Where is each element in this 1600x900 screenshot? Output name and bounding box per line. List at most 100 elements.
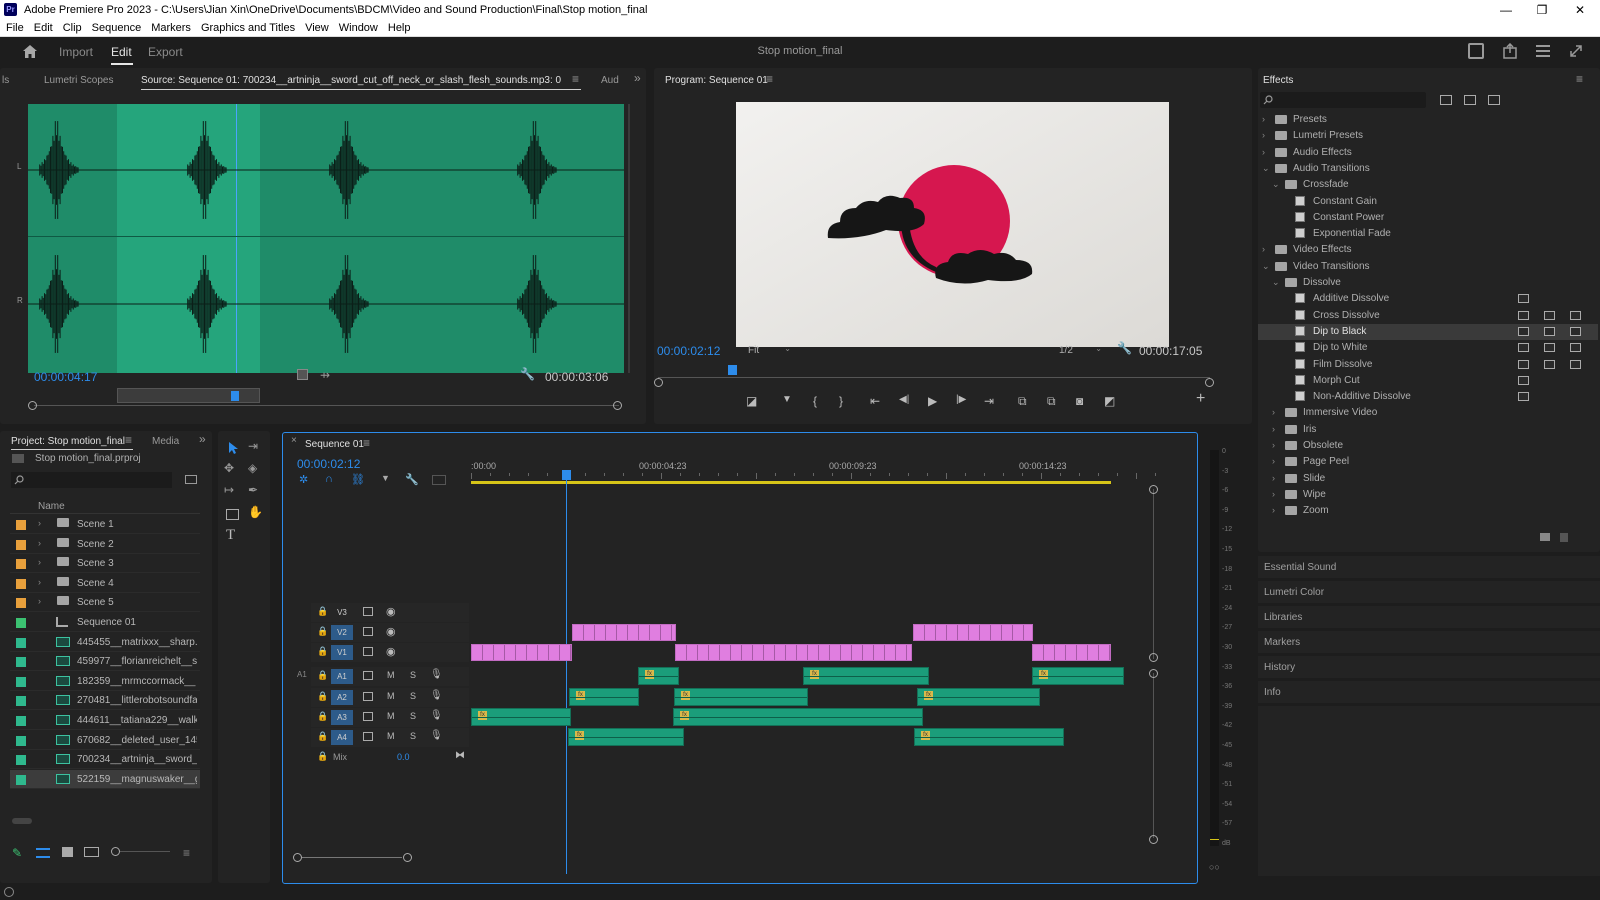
panel-essential-sound[interactable]: Essential Sound (1258, 556, 1600, 578)
project-item[interactable]: 522159__magnuswaker__g (10, 769, 200, 789)
effects-item-page-peel[interactable]: › Page Peel (1258, 454, 1598, 470)
track-header-v1[interactable]: 🔒 V1 ◉ (311, 643, 469, 662)
scroll-handle-right[interactable] (1205, 378, 1214, 387)
project-item[interactable]: 444611__tatiana229__walk (10, 711, 200, 730)
menu-markers[interactable]: Markers (145, 20, 195, 34)
menu-clip[interactable]: Clip (57, 20, 86, 34)
pen-tool-icon[interactable]: ✒ (248, 483, 258, 497)
track-target-a2[interactable]: A2 (331, 690, 353, 705)
tab-export[interactable]: Export (148, 45, 183, 59)
menu-view[interactable]: View (299, 20, 333, 34)
mark-in-icon[interactable]: { (813, 394, 817, 408)
chevron-down-icon[interactable]: ⌄ (1262, 163, 1272, 174)
menu-file[interactable]: File (0, 20, 28, 34)
scroll-handle-bottom[interactable] (1149, 653, 1158, 662)
chevron-right-icon[interactable]: › (1272, 440, 1282, 450)
track-target-a1[interactable]: A1 (331, 669, 353, 684)
project-item[interactable]: › Scene 1 (10, 515, 200, 534)
panel-libraries[interactable]: Libraries (1258, 606, 1600, 628)
chevron-right-icon[interactable]: › (38, 557, 41, 567)
project-item[interactable]: › Scene 2 (10, 535, 200, 554)
effects-item-additive-dissolve[interactable]: Additive Dissolve (1258, 291, 1598, 307)
rectangle-tool-icon[interactable] (226, 509, 239, 520)
status-icon[interactable] (4, 887, 14, 897)
panel-lumetri-color[interactable]: Lumetri Color (1258, 581, 1600, 603)
track-header-v2[interactable]: 🔒 V2 ◉ (311, 623, 469, 642)
freeform-view-icon[interactable] (84, 847, 99, 857)
chevron-down-icon[interactable]: ⌄ (1262, 261, 1272, 272)
audio-clip[interactable]: fx (471, 708, 571, 726)
chevron-down-icon[interactable]: ⌄ (1272, 277, 1282, 288)
delete-icon[interactable] (1560, 533, 1568, 542)
chevron-down-icon[interactable]: ⌄ (1272, 179, 1282, 190)
effects-item-constant-gain[interactable]: Constant Gain (1258, 194, 1598, 210)
video-clip[interactable] (913, 624, 1033, 641)
add-button-icon[interactable]: + (1196, 390, 1205, 408)
microphone-icon[interactable]: 🎙 (430, 669, 443, 680)
effects-item-zoom[interactable]: › Zoom (1258, 503, 1598, 519)
ripple-edit-tool-icon[interactable]: ✥ (224, 461, 234, 475)
source-scrub-playhead[interactable] (231, 391, 239, 401)
effects-item-immersive-video[interactable]: › Immersive Video (1258, 405, 1598, 421)
drag-video-only-icon[interactable] (297, 369, 308, 380)
eye-icon[interactable]: ◉ (386, 625, 396, 638)
source-waveform[interactable] (28, 104, 624, 373)
new-search-bin-icon[interactable] (185, 475, 197, 484)
icon-view-icon[interactable] (62, 847, 73, 857)
effects-item-exponential-fade[interactable]: Exponential Fade (1258, 226, 1598, 242)
effects-item-dip-to-white[interactable]: Dip to White (1258, 340, 1598, 356)
play-icon[interactable]: ▶ (928, 394, 937, 408)
effects-item-constant-power[interactable]: Constant Power (1258, 210, 1598, 226)
menu-graphics-and-titles[interactable]: Graphics and Titles (195, 20, 299, 34)
list-view-icon[interactable] (36, 848, 50, 858)
close-button[interactable]: ✕ (1568, 2, 1592, 18)
mute-button[interactable]: M (387, 670, 395, 680)
zoom-slider-track[interactable] (120, 851, 170, 852)
chevron-right-icon[interactable]: › (1262, 244, 1272, 254)
add-marker-icon[interactable]: ▼ (782, 394, 792, 405)
project-item[interactable]: › Scene 4 (10, 574, 200, 593)
pencil-icon[interactable]: ✎ (12, 846, 22, 860)
track-header-a2[interactable]: 🔒 A2 M S 🎙 (311, 688, 469, 707)
scroll-handle-left[interactable] (28, 401, 37, 410)
program-time-ruler[interactable] (658, 377, 1210, 378)
track-target-a4[interactable]: A4 (331, 730, 353, 745)
lock-icon[interactable]: 🔒 (317, 751, 328, 762)
panel-menu-icon[interactable]: ≡ (1576, 72, 1583, 86)
audio-clip[interactable]: fx (917, 688, 1040, 706)
wrench-settings-icon[interactable]: 🔧 (520, 367, 535, 381)
step-back-icon[interactable]: ◀| (899, 394, 909, 405)
audio-clip[interactable]: fx (568, 728, 684, 746)
hand-tool-icon[interactable]: ✋ (248, 505, 263, 519)
tab-media-browser[interactable]: Media (152, 436, 179, 447)
solo-button[interactable]: S (410, 670, 416, 680)
video-clip[interactable] (471, 644, 572, 661)
home-icon[interactable] (22, 44, 38, 59)
mark-out-icon[interactable]: } (839, 394, 843, 408)
effects-item-film-dissolve[interactable]: Film Dissolve (1258, 357, 1598, 373)
scroll-handle-bottom-audio[interactable] (1149, 835, 1158, 844)
accelerated-effects-icon[interactable] (1440, 95, 1452, 105)
program-video-frame[interactable] (736, 102, 1169, 347)
effects-title[interactable]: Effects (1263, 75, 1293, 86)
drag-audio-only-icon[interactable]: ⇸ (320, 368, 330, 382)
chevron-right-icon[interactable]: › (1262, 114, 1272, 124)
razor-tool-icon[interactable]: ◈ (248, 461, 257, 475)
track-target-a3[interactable]: A3 (331, 710, 353, 725)
sync-lock-icon[interactable] (363, 692, 373, 701)
mute-button[interactable]: M (387, 691, 395, 701)
effects-item-presets[interactable]: › Presets (1258, 112, 1598, 128)
maximize-button[interactable]: ❐ (1530, 2, 1554, 18)
audio-clip[interactable]: fx (674, 688, 808, 706)
program-scrub-playhead[interactable] (728, 365, 737, 375)
chevron-right-icon[interactable]: › (1272, 489, 1282, 499)
tab-source[interactable]: Source: Sequence 01: 700234__artninja__s… (141, 75, 561, 86)
video-vertical-scroll[interactable] (1153, 489, 1154, 659)
effects-item-cross-dissolve[interactable]: Cross Dissolve (1258, 308, 1598, 324)
more-panels-icon[interactable]: » (199, 432, 206, 446)
mute-button[interactable]: M (387, 731, 395, 741)
quick-export-icon[interactable] (1468, 43, 1484, 59)
effects-item-non-additive-dissolve[interactable]: Non-Additive Dissolve (1258, 389, 1598, 405)
project-item[interactable]: 270481__littlerobotsoundfa (10, 691, 200, 711)
sync-lock-icon[interactable] (363, 671, 373, 680)
